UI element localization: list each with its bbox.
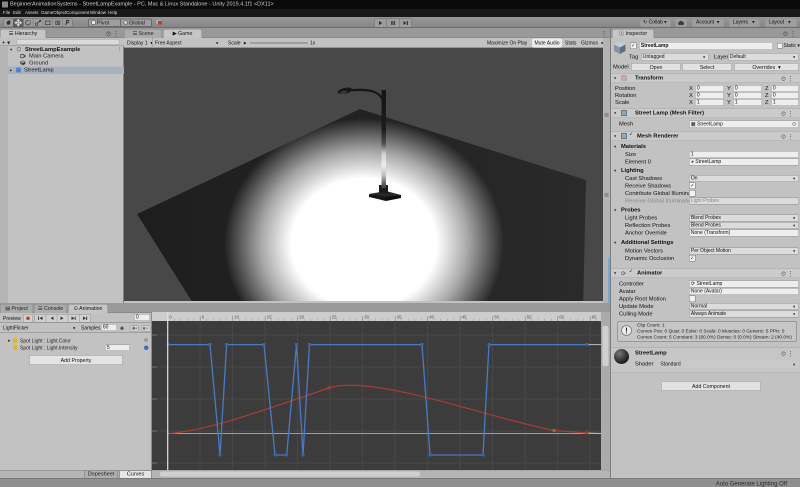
svg-text:15: 15 [267, 315, 272, 320]
svg-text:65: 65 [592, 315, 597, 320]
svg-text:35: 35 [397, 315, 402, 320]
svg-text:40: 40 [429, 315, 434, 320]
svg-text:25: 25 [332, 315, 337, 320]
svg-text:50: 50 [494, 315, 499, 320]
svg-text:45: 45 [462, 315, 467, 320]
svg-text:30: 30 [364, 315, 369, 320]
svg-text:55: 55 [527, 315, 532, 320]
svg-text:10: 10 [234, 315, 239, 320]
svg-text:+: + [136, 327, 138, 331]
svg-text:60: 60 [559, 315, 564, 320]
svg-text:20: 20 [299, 315, 304, 320]
svg-text:+: + [146, 327, 148, 331]
